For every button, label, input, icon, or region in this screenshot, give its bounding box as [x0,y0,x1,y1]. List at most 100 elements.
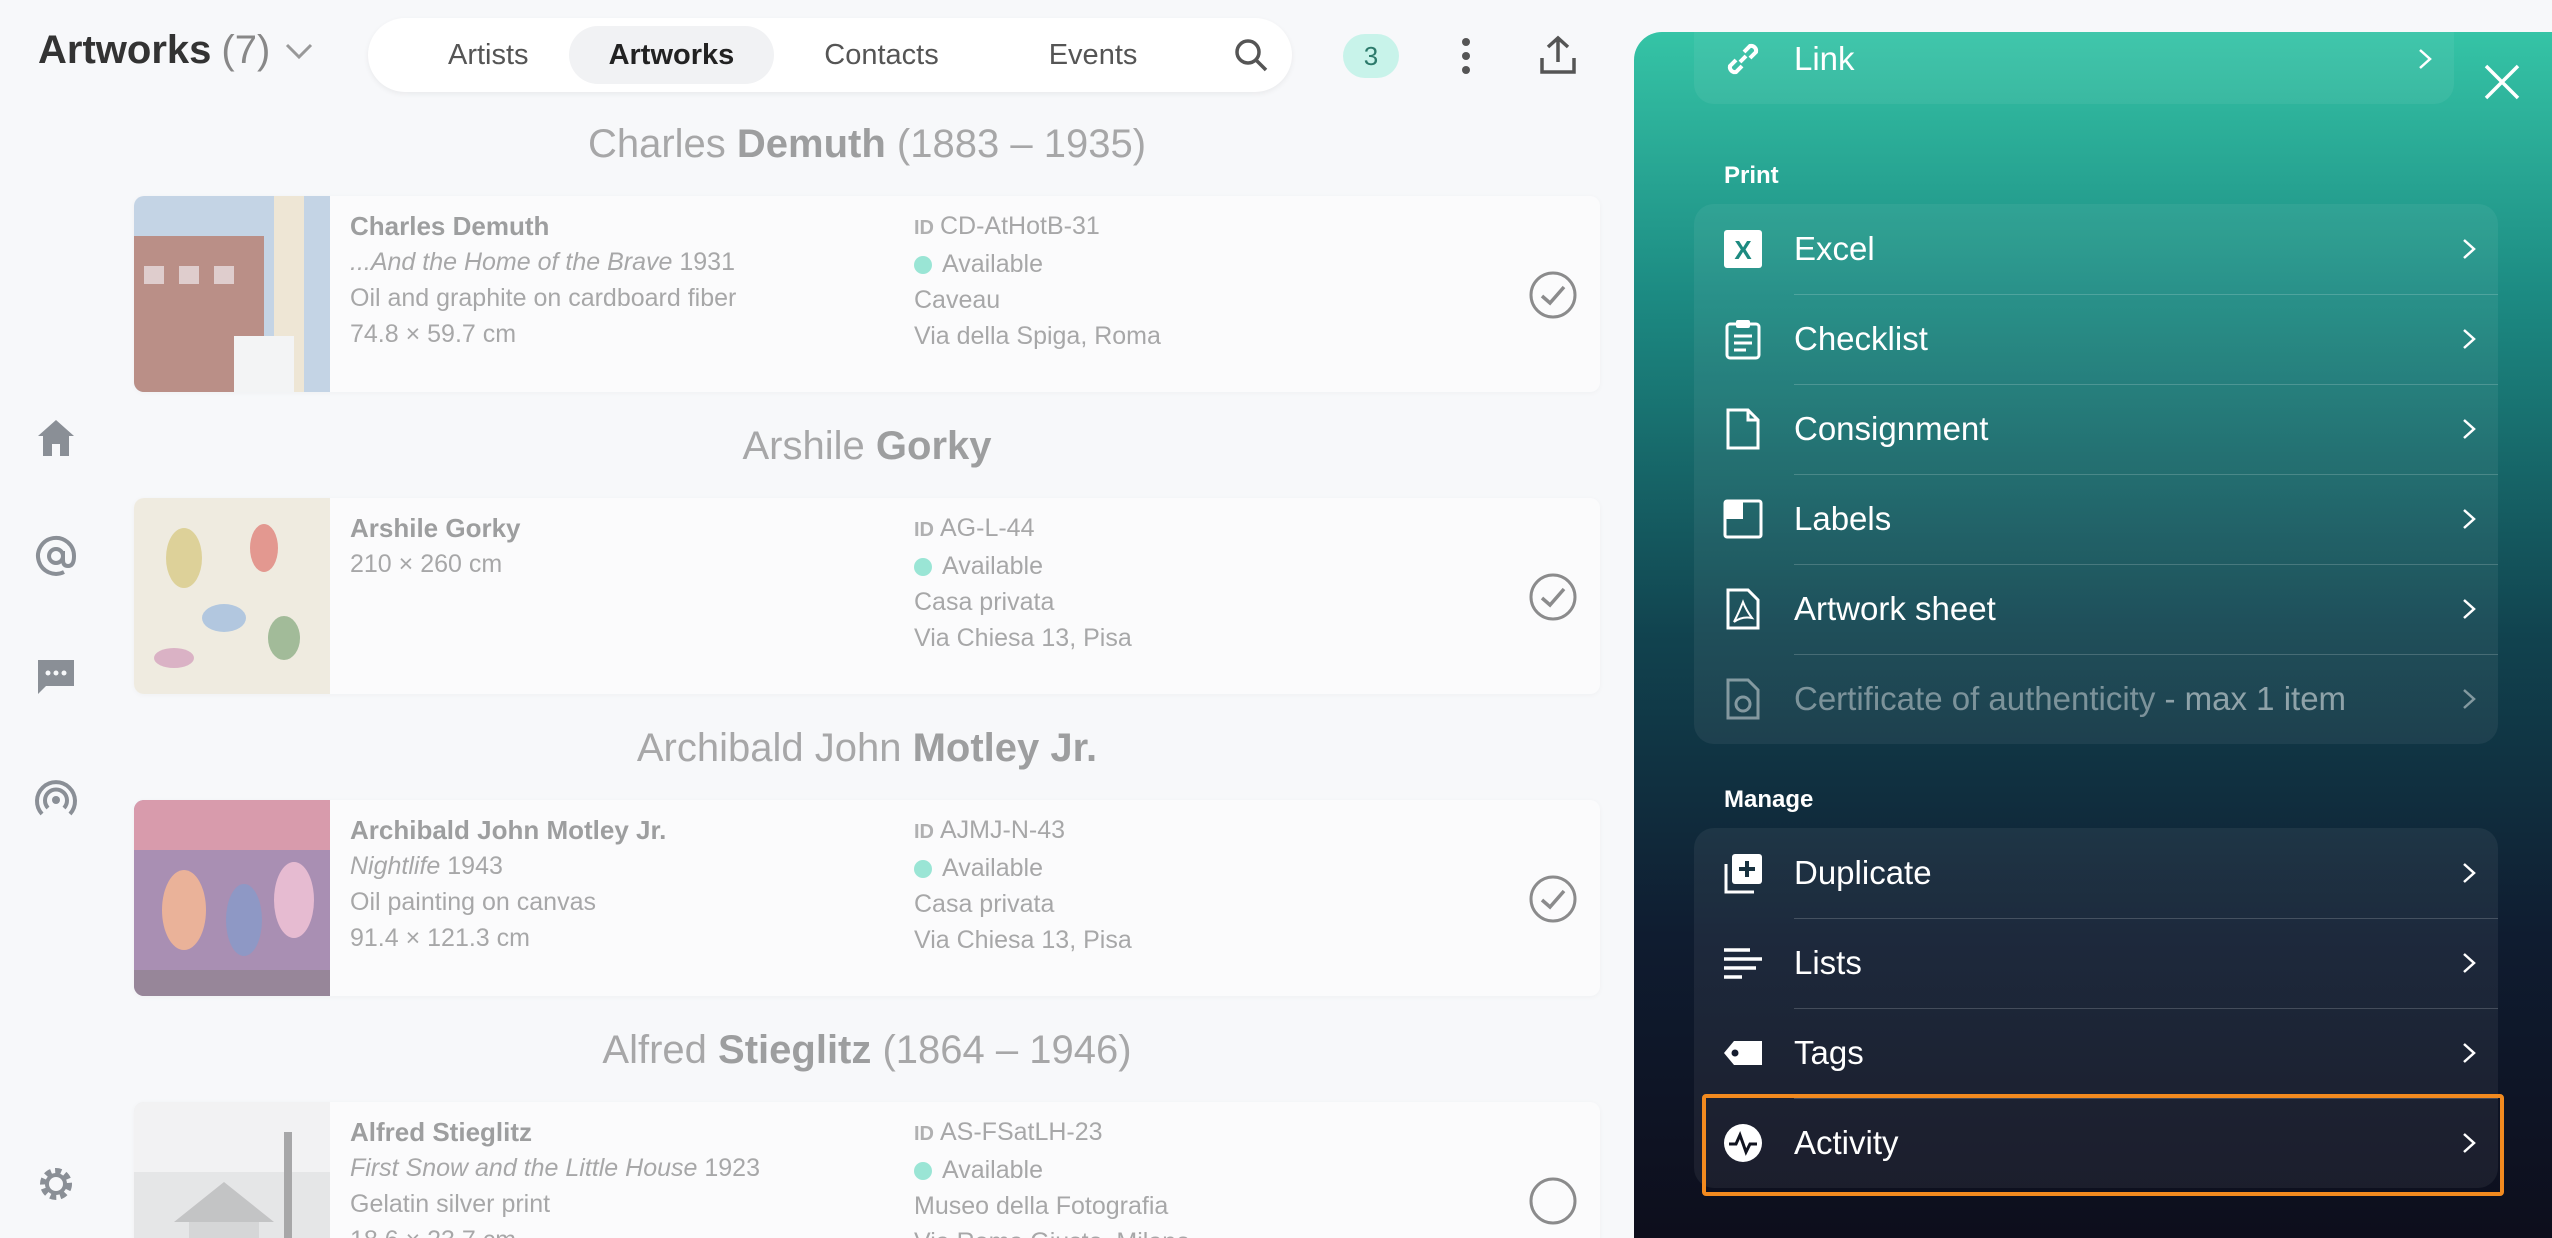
chevron-right-icon [2463,953,2476,973]
document-icon [1726,408,1760,450]
status-dot [914,256,932,274]
artist-heading: Alfred Stieglitz (1864 – 1946) [602,1028,1132,1072]
menu-item-consignment[interactable]: Consignment [1694,384,2498,474]
checked-circle-icon[interactable] [1528,874,1578,924]
menu-item-certificate: Certificate of authenticity - max 1 item [1694,654,2498,744]
artist-name: Archibald John Motley Jr. [350,815,667,845]
chevron-right-icon [2463,599,2476,619]
more-options-icon[interactable] [1450,34,1482,78]
artwork-thumbnail [134,800,330,996]
checked-circle-icon[interactable] [1528,572,1578,622]
artwork-info: Archibald John Motley Jr. Nightlife 1943… [350,812,666,956]
artwork-location: Casa privata [914,588,1055,616]
chevron-right-icon [2463,329,2476,349]
tag-icon [1724,1041,1762,1065]
menu-item-label: Link [1794,40,1855,77]
close-icon[interactable] [2482,62,2522,102]
chevron-right-icon [2419,49,2432,69]
artwork-id: AS-FSatLH-23 [940,1118,1103,1146]
artwork-location: Museo della Fotografia [914,1192,1169,1220]
print-group: X Excel Checklist Consignment Labels Art… [1694,204,2498,744]
artwork-status: Available [942,552,1044,580]
menu-item-tags[interactable]: Tags [1694,1008,2498,1098]
id-label: ID [914,1123,934,1145]
id-label: ID [914,821,934,843]
artwork-status: Available [942,854,1044,882]
artwork-location: Casa privata [914,890,1055,918]
chevron-right-icon [2463,239,2476,259]
status-dot [914,558,932,576]
menu-item-lists[interactable]: Lists [1694,918,2498,1008]
home-icon[interactable] [34,416,78,460]
artwork-meta: ID AS-FSatLH-23 Available Museo della Fot… [914,1114,1190,1238]
settings-gear-icon[interactable] [34,1162,78,1206]
menu-item-link[interactable]: Link [1694,32,2454,104]
main-nav: Artists Artworks Contacts Events [368,18,1292,92]
tab-artworks[interactable]: Artworks [568,26,775,84]
actions-panel: Link Print X Excel Checklist Consignment… [1634,32,2552,1238]
chevron-down-icon[interactable] [284,41,314,61]
svg-text:X: X [1734,235,1752,265]
chevron-right-icon [2463,419,2476,439]
menu-item-label: Lists [1794,944,1862,981]
menu-item-label: Tags [1794,1034,1864,1071]
artwork-thumbnail [134,196,330,392]
artwork-medium: Oil and graphite on cardboard fiber [350,284,737,312]
artwork-year: 1923 [697,1154,760,1182]
at-sign-icon[interactable] [34,534,78,578]
menu-item-excel[interactable]: X Excel [1694,204,2498,294]
artwork-title: ...And the Home of the Brave [350,248,673,276]
artwork-title: Nightlife [350,852,441,880]
menu-item-label: Consignment [1794,410,1989,447]
list-icon [1724,948,1762,979]
artwork-year: 1931 [672,248,735,276]
artwork-thumbnail [134,498,330,694]
artist-name: Arshile Gorky [350,513,521,543]
menu-item-duplicate[interactable]: Duplicate [1694,828,2498,918]
menu-item-label: Artwork sheet [1794,590,1996,627]
tab-artists[interactable]: Artists [408,26,569,84]
artwork-thumbnail [134,1102,330,1238]
menu-item-checklist[interactable]: Checklist [1694,294,2498,384]
checked-circle-icon[interactable] [1528,270,1578,320]
artwork-card[interactable]: Charles Demuth ...And the Home of the Br… [134,196,1600,392]
certificate-icon [1726,678,1760,720]
chat-icon[interactable] [34,654,78,698]
tab-contacts[interactable]: Contacts [784,26,978,84]
page-title[interactable]: Artworks (7) [38,28,314,73]
print-section-label: Print [1724,162,1779,189]
broadcast-icon[interactable] [34,776,78,820]
duplicate-icon [1724,854,1762,894]
page-title-text: Artworks [38,28,212,72]
artwork-size: 210 × 260 cm [350,550,503,578]
artwork-medium: Gelatin silver print [350,1190,551,1218]
artwork-size: 74.8 × 59.7 cm [350,320,517,348]
artwork-status: Available [942,1156,1044,1184]
artwork-card[interactable]: Arshile Gorky 210 × 260 cm ID AG-L-44 Ava… [134,498,1600,694]
artist-heading: Charles Demuth (1883 – 1935) [587,122,1147,166]
selection-count-badge[interactable]: 3 [1343,34,1399,78]
artwork-size: 18.6 × 23.7 cm [350,1222,760,1238]
menu-item-label: Duplicate [1794,854,1932,891]
search-icon[interactable] [1232,36,1270,74]
artwork-address: Via della Spiga, Roma [914,322,1161,350]
tab-events[interactable]: Events [1009,26,1178,84]
share-icon[interactable] [1538,34,1578,78]
status-dot [914,860,932,878]
menu-item-labels[interactable]: Labels [1694,474,2498,564]
artwork-card[interactable]: Archibald John Motley Jr. Nightlife 1943… [134,800,1600,996]
artist-name: Alfred Stieglitz [350,1117,533,1147]
artwork-count: (7) [221,28,271,72]
artwork-location: Caveau [914,286,1001,314]
artist-heading: Arshile Gorky [742,424,992,468]
excel-icon: X [1724,230,1762,268]
chevron-right-icon [2463,1043,2476,1063]
artwork-id: CD-AtHotB-31 [940,212,1100,240]
artwork-meta: ID AJMJ-N-43 Available Casa privata Via C… [914,812,1132,958]
artwork-card[interactable]: Alfred Stieglitz First Snow and the Litt… [134,1102,1600,1238]
artwork-address: Via Chiesa 13, Pisa [914,926,1132,954]
artwork-id: AG-L-44 [940,514,1035,542]
menu-item-artwork-sheet[interactable]: Artwork sheet [1694,564,2498,654]
manage-section-label: Manage [1724,786,1814,813]
unchecked-circle-icon[interactable] [1528,1176,1578,1226]
